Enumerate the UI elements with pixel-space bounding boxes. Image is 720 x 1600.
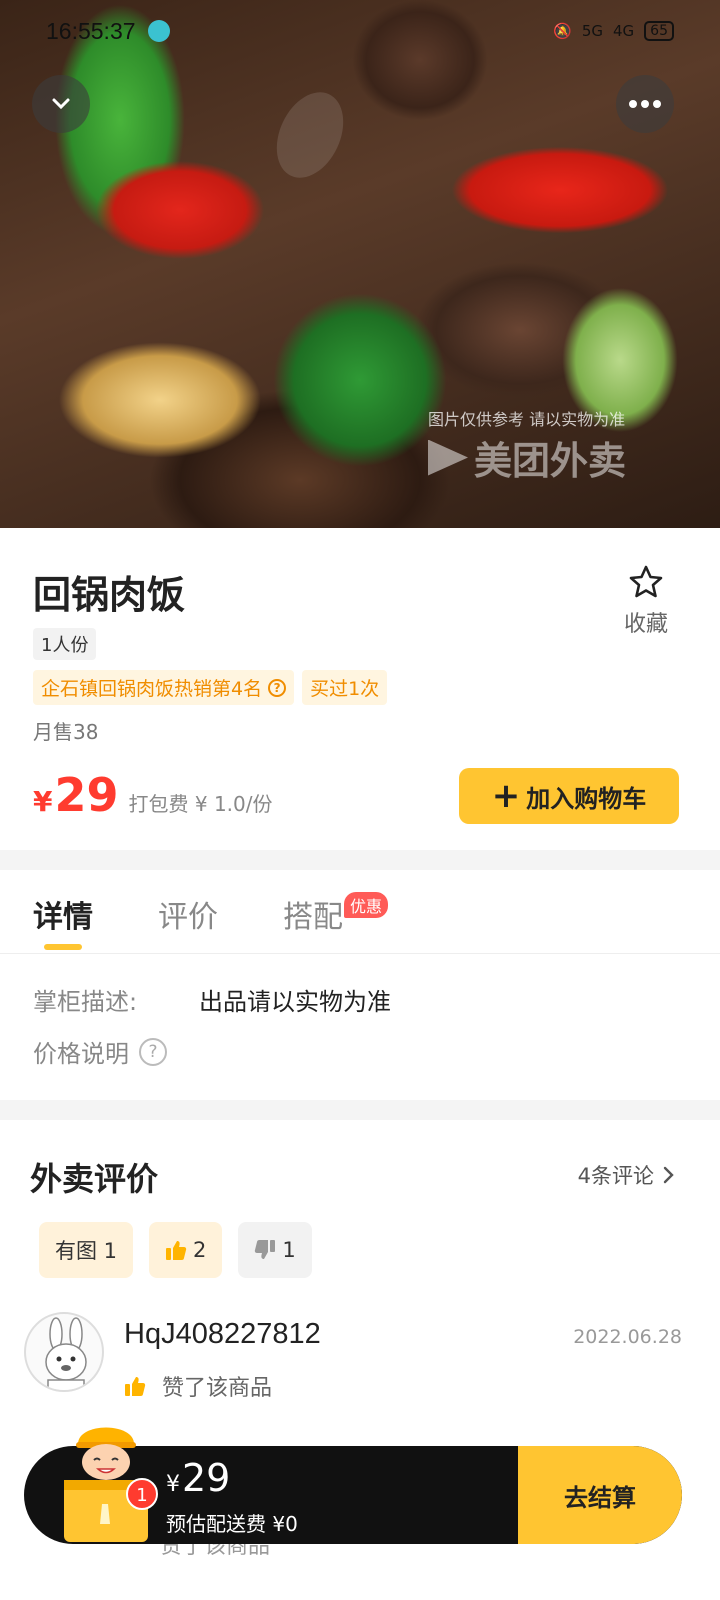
- kangaroo-icon: [428, 439, 468, 476]
- filter-negative[interactable]: 1: [238, 1222, 312, 1278]
- detail-section: 详情 评价 搭配 优惠 掌柜描述: 出品请以实物为准 价格说明 ?: [0, 870, 720, 1100]
- signal-icon: 4G: [613, 22, 635, 40]
- status-time: 16:55:37: [46, 17, 136, 44]
- review-date: 2022.06.28: [573, 1326, 682, 1348]
- network-icon: 5G: [581, 22, 603, 40]
- tab-bar: 详情 评价 搭配 优惠: [0, 870, 720, 954]
- review-text: 赞了该商品: [162, 1376, 273, 1401]
- thumbs-up-icon: [166, 1241, 187, 1260]
- notification-icon: [147, 20, 170, 42]
- product-info-card: 回锅肉饭 收藏 1人份 企石镇回锅肉饭热销第4名 ? 买过1次 月售38 ¥ 2…: [0, 528, 720, 850]
- reviews-count-link[interactable]: 4条评论: [578, 1160, 676, 1190]
- monthly-sales: 月售38: [33, 720, 99, 744]
- status-bar: 16:55:37 🔕 5G 4G 65: [0, 0, 720, 62]
- product-detail-page: 16:55:37 🔕 5G 4G 65 图片仅供参考 请以实物为准 美团外卖 回…: [0, 0, 720, 1600]
- active-tab-indicator: [44, 944, 82, 950]
- review-filters: 有图 1 2 1: [39, 1222, 312, 1278]
- review-username: HqJ408227812: [124, 1318, 321, 1350]
- help-icon: ?: [268, 678, 287, 697]
- seller-description-value: 出品请以实物为准: [199, 988, 391, 1016]
- reviews-count-label: 4条评论: [577, 1164, 654, 1188]
- price-note[interactable]: 价格说明 ?: [33, 1034, 167, 1069]
- cart-total: ¥ 29: [166, 1456, 230, 1500]
- collapse-button[interactable]: [32, 75, 90, 133]
- product-tags: 企石镇回锅肉饭热销第4名 ? 买过1次: [33, 670, 388, 705]
- battery-icon: 65: [644, 21, 674, 41]
- seller-description-label: 掌柜描述:: [33, 988, 138, 1016]
- add-to-cart-label: 加入购物车: [526, 784, 647, 813]
- image-disclaimer: 图片仅供参考 请以实物为准: [428, 410, 626, 429]
- tab-combo[interactable]: 搭配: [283, 892, 343, 936]
- purchase-history-tag: 买过1次: [302, 670, 388, 705]
- promo-badge: 优惠: [344, 892, 389, 918]
- filter-with-photos[interactable]: 有图 1: [39, 1222, 134, 1278]
- review-like: 赞了该商品: [124, 1370, 272, 1402]
- cart-currency: ¥: [166, 1472, 180, 1497]
- checkout-button[interactable]: 去结算: [518, 1446, 682, 1544]
- favorite-button[interactable]: 收藏: [616, 564, 676, 638]
- price-row: ¥ 29 打包费 ¥ 1.0/份: [33, 768, 272, 822]
- chevron-down-icon: [52, 98, 70, 110]
- filter-positive[interactable]: 2: [149, 1222, 223, 1278]
- mute-icon: 🔕: [553, 22, 572, 40]
- currency-symbol: ¥: [33, 785, 53, 818]
- more-icon: [629, 100, 661, 108]
- portion-badge: 1人份: [33, 628, 97, 660]
- image-highlight: [263, 81, 357, 189]
- negative-count: 1: [282, 1238, 296, 1262]
- thumbs-up-icon: [125, 1377, 146, 1396]
- kangaroo-avatar-icon: [45, 1317, 87, 1390]
- star-icon: [629, 565, 663, 598]
- chevron-right-icon: [663, 1166, 674, 1184]
- question-icon: ?: [139, 1037, 167, 1066]
- status-icons: 🔕 5G 4G 65: [553, 21, 674, 41]
- ranking-tag[interactable]: 企石镇回锅肉饭热销第4名 ?: [33, 670, 295, 705]
- delivery-fee: 预估配送费 ¥0: [166, 1512, 298, 1536]
- tab-details[interactable]: 详情: [33, 892, 93, 936]
- reviews-title: 外卖评价: [30, 1160, 159, 1198]
- product-title: 回锅肉饭: [33, 573, 186, 617]
- packing-fee: 打包费 ¥ 1.0/份: [128, 792, 273, 816]
- positive-count: 2: [193, 1238, 207, 1262]
- product-price: 29: [54, 768, 119, 822]
- cart-count-badge: 1: [126, 1478, 158, 1510]
- watermark-text: 美团外卖: [474, 439, 627, 483]
- avatar[interactable]: [24, 1312, 104, 1392]
- ranking-tag-text: 企石镇回锅肉饭热销第4名: [41, 678, 263, 700]
- favorite-label: 收藏: [623, 612, 668, 637]
- more-button[interactable]: [616, 75, 674, 133]
- watermark-logo: 美团外卖: [428, 430, 626, 485]
- cart-amount: 29: [182, 1456, 231, 1500]
- product-image[interactable]: 16:55:37 🔕 5G 4G 65 图片仅供参考 请以实物为准 美团外卖: [0, 0, 720, 540]
- price-note-label: 价格说明: [33, 1040, 129, 1068]
- tab-reviews[interactable]: 评价: [158, 892, 218, 936]
- review-item: HqJ408227812 2022.06.28 赞了该商品: [24, 1312, 696, 1402]
- add-to-cart-button[interactable]: + 加入购物车: [459, 768, 679, 824]
- seller-description: 掌柜描述: 出品请以实物为准: [33, 982, 391, 1017]
- thumbs-down-icon: [255, 1240, 276, 1259]
- plus-icon: +: [491, 776, 521, 816]
